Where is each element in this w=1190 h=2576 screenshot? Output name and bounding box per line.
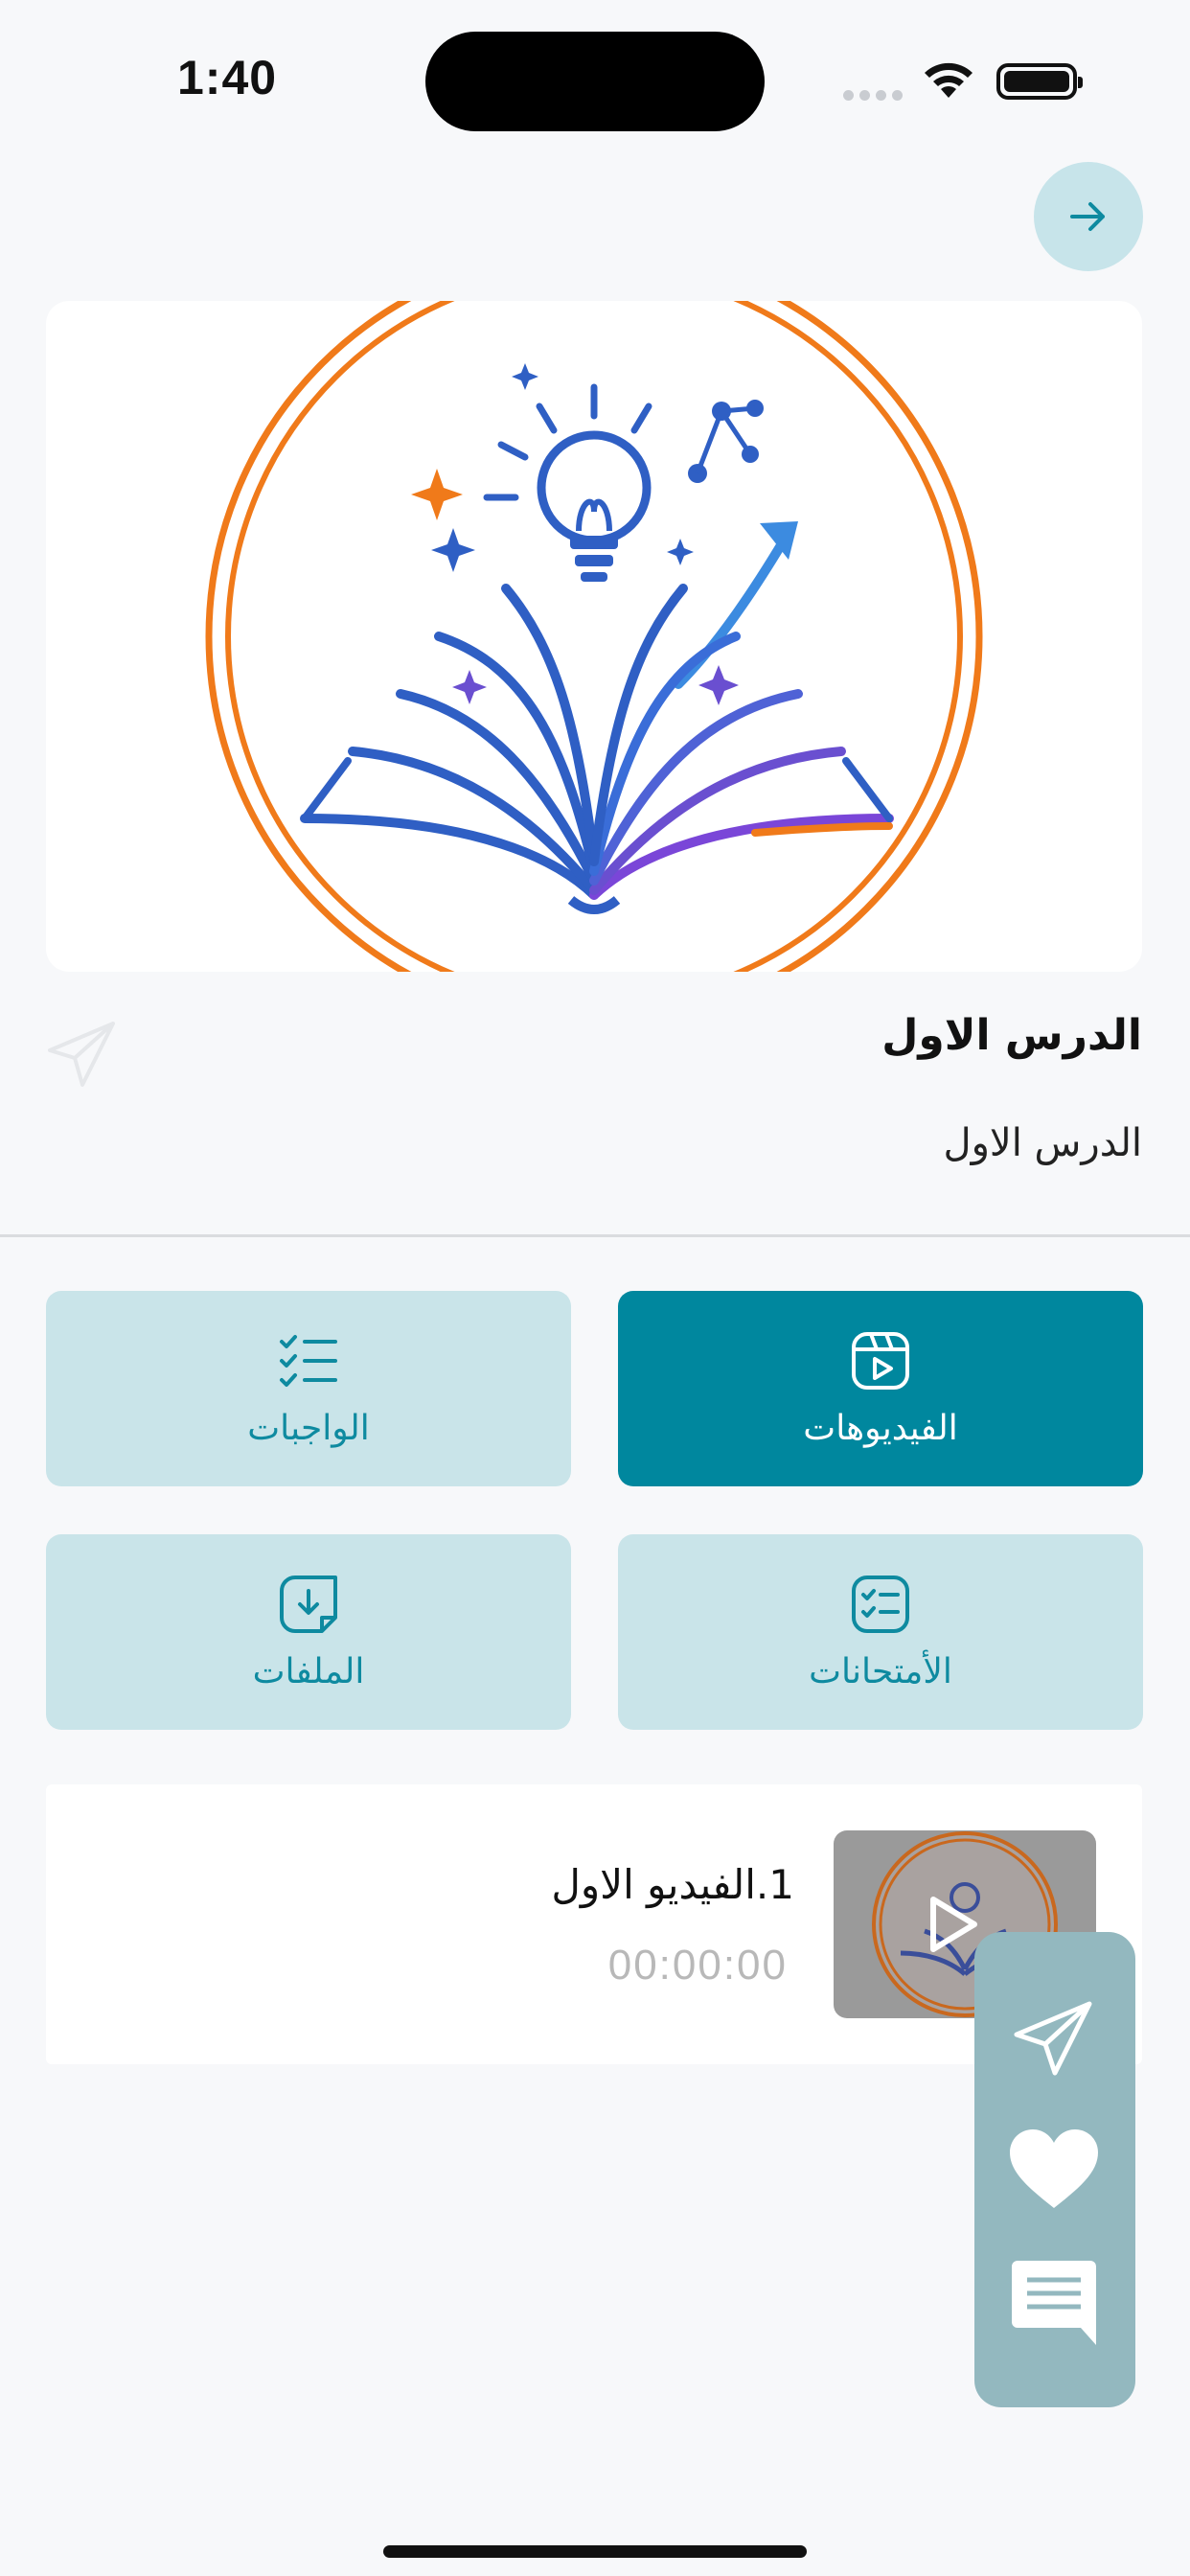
home-indicator	[383, 2545, 807, 2558]
back-button[interactable]	[1034, 162, 1143, 271]
tab-videos-label: الفيديوهات	[803, 1408, 958, 1448]
like-button[interactable]	[1008, 2128, 1100, 2214]
video-title: 1.الفيديو الاول	[551, 1861, 794, 1908]
tab-homework[interactable]: الواجبات	[46, 1291, 571, 1486]
battery-icon	[996, 63, 1083, 100]
education-logo	[205, 301, 983, 972]
arrow-right-icon	[1070, 202, 1105, 231]
tab-homework-label: الواجبات	[247, 1408, 370, 1448]
dynamic-island	[425, 32, 765, 131]
lesson-banner-image	[46, 301, 1142, 972]
send-button[interactable]	[1013, 2000, 1093, 2081]
file-download-icon	[280, 1575, 337, 1633]
tab-exams-label: الأمتحانات	[809, 1651, 952, 1691]
comment-icon	[1012, 2261, 1096, 2345]
share-icon[interactable]	[46, 1018, 119, 1094]
lesson-title: الدرس الاول	[881, 1011, 1142, 1060]
status-time: 1:40	[177, 51, 278, 104]
send-icon	[1014, 2001, 1092, 2076]
tab-files-label: الملفات	[252, 1651, 365, 1691]
cellular-signal-icon	[843, 86, 908, 104]
heart-icon	[1010, 2129, 1098, 2208]
tab-exams[interactable]: الأمتحانات	[618, 1534, 1143, 1730]
tab-videos[interactable]: الفيديوهات	[618, 1291, 1143, 1486]
video-icon	[852, 1331, 909, 1390]
wifi-icon	[922, 59, 975, 104]
tab-files[interactable]: الملفات	[46, 1534, 571, 1730]
lesson-subtitle: الدرس الاول	[943, 1121, 1142, 1165]
comments-button[interactable]	[1010, 2259, 1098, 2351]
video-duration: 00:00:00	[607, 1942, 788, 1989]
checklist-icon	[280, 1334, 337, 1387]
exam-icon	[852, 1575, 909, 1633]
divider	[0, 1234, 1190, 1237]
